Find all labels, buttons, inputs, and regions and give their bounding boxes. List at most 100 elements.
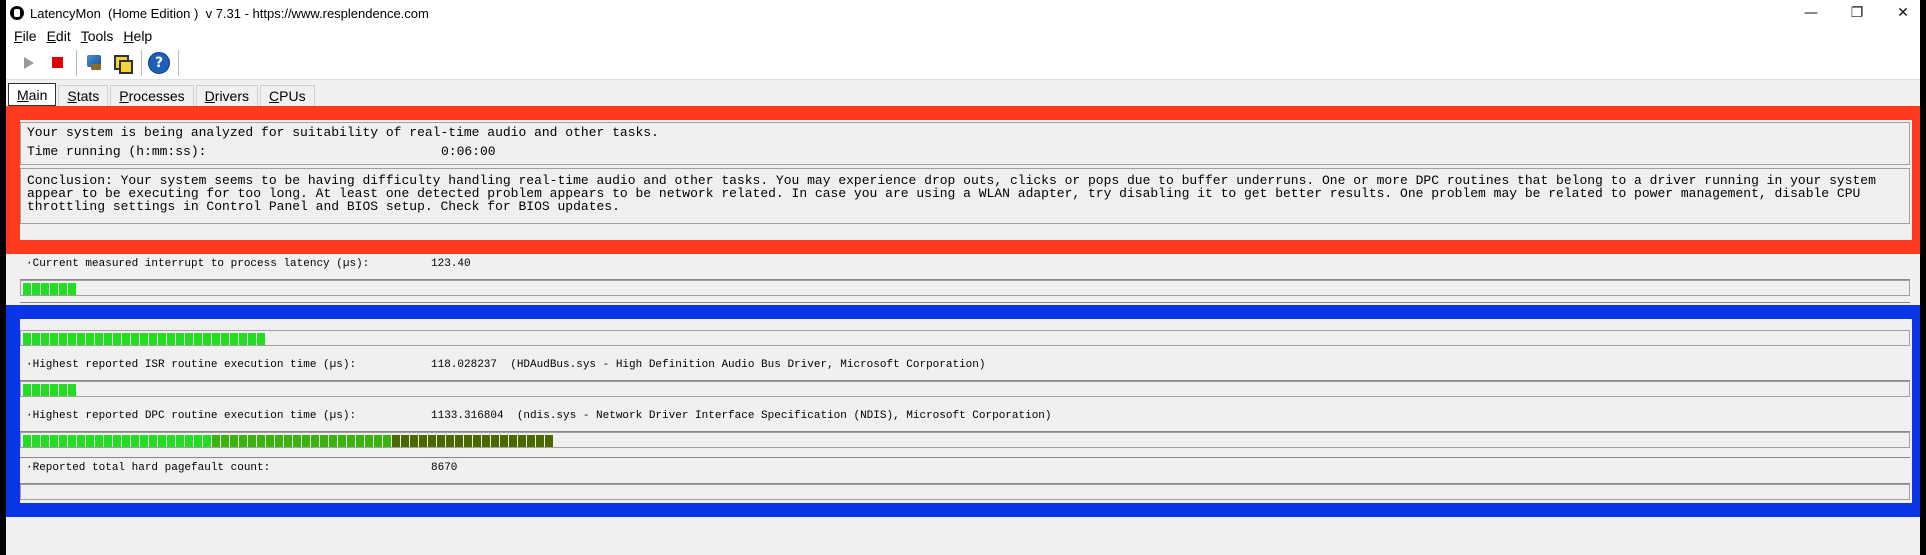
stop-button[interactable] (44, 50, 70, 76)
bar-segment (68, 384, 76, 396)
bar-segment (401, 435, 409, 447)
help-icon: ? (148, 51, 170, 74)
bar-segment (131, 333, 139, 345)
tab-stats[interactable]: Stats (58, 85, 109, 106)
toolbar-separator (141, 49, 142, 76)
bar-segment (221, 333, 229, 345)
help-button[interactable]: ? (146, 50, 172, 76)
bar-segment (356, 435, 364, 447)
play-icon (24, 56, 34, 69)
windows-icon (113, 54, 133, 74)
bar-segment (527, 435, 535, 447)
bar-segment (491, 435, 499, 447)
bar-segment (167, 333, 175, 345)
analysis-status: Your system is being analyzed for suitab… (27, 125, 659, 140)
bar-segment (95, 435, 103, 447)
bar-segment (23, 435, 31, 447)
bar-segment (104, 435, 112, 447)
latency-bar-fill (23, 333, 266, 345)
bar-segment (239, 333, 247, 345)
bar-segment (50, 435, 58, 447)
bar-segment (167, 435, 175, 447)
bar-segment (266, 435, 274, 447)
divider (20, 302, 1910, 303)
start-button[interactable] (16, 50, 42, 76)
bar-segment (140, 333, 148, 345)
analyze-button[interactable] (81, 50, 107, 76)
menu-help[interactable]: Help (123, 28, 152, 44)
dpc-value: 1133.316804 (ndis.sys - Network Driver I… (431, 410, 1052, 422)
bar-segment (86, 435, 94, 447)
bar-segment (32, 435, 40, 447)
window-edge (1920, 0, 1926, 555)
bar-segment (158, 435, 166, 447)
tab-processes[interactable]: Processes (110, 85, 194, 106)
bar-segment (203, 435, 211, 447)
windows-button[interactable] (109, 50, 135, 76)
minimize-button[interactable]: — (1788, 0, 1834, 26)
bar-segment (86, 333, 94, 345)
bar-segment (545, 435, 553, 447)
isr-value: 118.028237 (HDAudBus.sys - High Definiti… (431, 359, 986, 371)
bar-segment (185, 435, 193, 447)
title-bar: LatencyMon (Home Edition ) v 7.31 - http… (6, 0, 1926, 26)
bar-segment (239, 435, 247, 447)
bar-segment (248, 333, 256, 345)
bar-segment (194, 435, 202, 447)
pagefault-bar (20, 484, 1910, 500)
pagefault-value: 8670 (431, 462, 458, 474)
bar-segment (320, 435, 328, 447)
bar-segment (473, 435, 481, 447)
dpc-bar-fill (23, 435, 554, 447)
maximize-button[interactable]: ❐ (1834, 0, 1880, 26)
analyze-icon (85, 54, 103, 72)
bar-segment (122, 435, 130, 447)
app-logo-icon (10, 6, 24, 20)
bar-segment (68, 283, 76, 295)
toolbar: ? (6, 46, 1926, 80)
tab-main[interactable]: Main (8, 83, 57, 106)
bar-segment (59, 283, 67, 295)
bar-segment (419, 435, 427, 447)
menu-file[interactable]: File (14, 28, 37, 44)
bar-segment (59, 435, 67, 447)
latency-bar (20, 330, 1910, 346)
bar-segment (77, 435, 85, 447)
time-running-value: 0:06:00 (441, 144, 496, 159)
bar-segment (113, 435, 121, 447)
bar-segment (32, 384, 40, 396)
bar-segment (500, 435, 508, 447)
status-panel: Your system is being analyzed for suitab… (20, 122, 1910, 165)
isr-bar-fill (23, 384, 77, 396)
bar-segment (365, 435, 373, 447)
bar-segment (95, 333, 103, 345)
conclusion-text: Conclusion: Your system seems to be havi… (27, 173, 1876, 214)
window-title: LatencyMon (Home Edition ) v 7.31 - http… (30, 5, 429, 21)
window-controls: — ❐ ✕ (1788, 0, 1926, 26)
bar-segment (410, 435, 418, 447)
bar-segment (464, 435, 472, 447)
menu-tools[interactable]: Tools (81, 28, 114, 44)
bar-segment (446, 435, 454, 447)
menu-edit[interactable]: Edit (47, 28, 71, 44)
toolbar-separator (178, 49, 179, 76)
dpc-label: ·Highest reported DPC routine execution … (26, 410, 357, 422)
main-content: Your system is being analyzed for suitab… (6, 106, 1926, 555)
bar-segment (221, 435, 229, 447)
bar-segment (104, 333, 112, 345)
bar-segment (203, 333, 211, 345)
bar-segment (518, 435, 526, 447)
bar-segment (32, 283, 40, 295)
tab-drivers[interactable]: Drivers (195, 85, 259, 106)
bar-segment (257, 333, 265, 345)
bar-segment (293, 435, 301, 447)
bar-segment (41, 435, 49, 447)
bar-segment (41, 333, 49, 345)
bar-segment (302, 435, 310, 447)
bar-segment (50, 333, 58, 345)
isr-label: ·Highest reported ISR routine execution … (26, 359, 357, 371)
bar-segment (140, 435, 148, 447)
bar-segment (77, 333, 85, 345)
tab-cpus[interactable]: C PUs (260, 85, 315, 106)
conclusion-panel: Conclusion: Your system seems to be havi… (20, 168, 1910, 224)
